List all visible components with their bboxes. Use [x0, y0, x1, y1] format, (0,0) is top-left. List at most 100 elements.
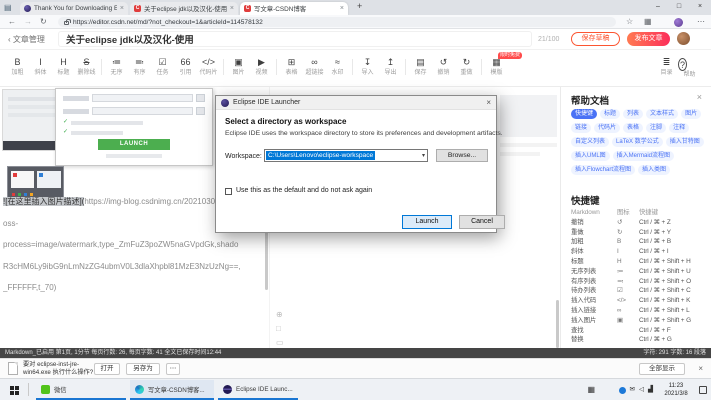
tray-icon[interactable]: ▟	[648, 386, 653, 394]
toolbar-button[interactable]: ≈ 水印	[326, 56, 349, 77]
refresh-icon[interactable]: ↻	[40, 15, 47, 28]
tab-close-icon[interactable]: ×	[340, 5, 344, 12]
publish-button[interactable]: 发布文章	[627, 32, 670, 46]
default-workspace-checkbox[interactable]	[225, 188, 232, 195]
help-tag[interactable]: 插入UML图	[571, 151, 610, 161]
toolbar-button[interactable]: ∞ 超链接	[303, 56, 326, 77]
tab-actions-menu-icon[interactable]: ▤	[4, 3, 12, 12]
browse-button[interactable]: Browse...	[436, 149, 488, 162]
help-tag[interactable]: 列表	[623, 109, 643, 119]
workspace-combobox[interactable]: C:\Users\Lenovo\eclipse-workspace ▾	[264, 149, 428, 162]
toolbar-button[interactable]: ☑ 任务	[151, 56, 174, 77]
toolbar-button[interactable]: </> 代码片	[197, 56, 220, 77]
help-tag[interactable]: 插入Flowchart流程图	[571, 165, 635, 175]
user-avatar[interactable]	[677, 32, 690, 45]
toolbar-button[interactable]: I 斜体	[29, 56, 52, 77]
help-tag[interactable]: 插入类图	[638, 165, 670, 175]
toolbar-button[interactable]: ⊞ 表格	[280, 56, 303, 77]
download-bar-close-icon[interactable]: ×	[698, 364, 703, 373]
toolbar-button[interactable]: 66 引用	[174, 56, 197, 77]
preview-tool-icon[interactable]: ⊕	[276, 310, 284, 319]
tab-close-icon[interactable]: ×	[120, 5, 124, 12]
toolbar-button[interactable]: ↺ 撤销	[432, 56, 455, 77]
toolbar-button[interactable]	[481, 59, 482, 75]
toolbar-button[interactable]: ▶ 视频	[250, 56, 273, 77]
chevron-down-icon[interactable]: ▾	[422, 152, 425, 159]
toolbar-button[interactable]: ▦ 模版 限时免费	[485, 56, 508, 77]
save-draft-button[interactable]: 保存草稿	[571, 32, 620, 46]
dialog-close-icon[interactable]: ×	[486, 98, 491, 107]
taskbar-item[interactable]: 微信	[36, 380, 126, 400]
article-manage-link[interactable]: ‹ 文章管理	[8, 34, 45, 45]
toolbar-button[interactable]: H 标题	[52, 56, 75, 77]
toolbar-button[interactable]: ↻ 重做	[455, 56, 478, 77]
start-button-icon[interactable]	[10, 386, 14, 390]
help-tag[interactable]: 文本样式	[646, 109, 678, 119]
article-title-input[interactable]: 关于eclipse jdk以及汉化-使用	[58, 31, 532, 47]
toolbar-button[interactable]	[223, 59, 224, 75]
tab-close-icon[interactable]: ×	[230, 5, 234, 12]
help-tag[interactable]: 注脚	[646, 123, 666, 133]
toolbar-right-button[interactable]: ? 帮助	[678, 56, 701, 79]
browser-menu-icon[interactable]: ⋯	[697, 17, 704, 27]
dialog-title-bar[interactable]: Eclipse IDE Launcher ×	[216, 96, 496, 110]
preview-tool-icon[interactable]: □	[276, 324, 284, 333]
back-icon[interactable]: ←	[8, 15, 16, 28]
help-tag[interactable]: 代码片	[594, 123, 620, 133]
url-field[interactable]: https://editor.csdn.net/md/?not_checkout…	[58, 17, 616, 27]
toolbar-button[interactable]: B 加粗	[6, 56, 29, 77]
cancel-button[interactable]: Cancel	[459, 215, 505, 229]
touch-keyboard-icon[interactable]: ▦	[587, 385, 595, 395]
help-tag[interactable]: LaTeX 数学公式	[612, 137, 663, 147]
show-all-downloads-button[interactable]: 全部显示	[639, 363, 685, 375]
help-tag[interactable]: 插入Mermaid流程图	[613, 151, 674, 161]
toolbar-button[interactable]: ▣ 图片	[227, 56, 250, 77]
help-tag[interactable]: 表格	[623, 123, 643, 133]
help-tag[interactable]: 链接	[571, 123, 591, 133]
toolbar-button[interactable]: S 删除线	[75, 56, 98, 77]
collections-icon[interactable]: ▦	[644, 17, 652, 27]
window-maximize-button[interactable]: □	[670, 0, 688, 15]
help-tag[interactable]: 插入甘特图	[666, 137, 704, 147]
toolbar-button[interactable]: ↥ 导出	[379, 56, 402, 77]
download-open-button[interactable]: 打开	[94, 363, 120, 375]
toolbar-button[interactable]: ▤ 保存	[409, 56, 432, 77]
toolbar-button[interactable]	[101, 59, 102, 75]
browser-tab[interactable]: 关于eclipse jdk以及汉化-使用-CSDN ×	[130, 2, 238, 15]
preview-tool-icon[interactable]: ▭	[276, 338, 284, 347]
toolbar-button[interactable]	[276, 59, 277, 75]
download-saveas-button[interactable]: 另存为	[126, 363, 160, 375]
taskbar-item[interactable]: Eclipse IDE Launc...	[218, 380, 298, 400]
help-tag[interactable]: 自定义列表	[571, 137, 609, 147]
taskbar-item[interactable]: 写文章-CSDN博客...	[130, 380, 214, 400]
download-more-button[interactable]: ⋯	[166, 363, 180, 375]
toolbar-button[interactable]: ≔ 无序	[105, 56, 128, 77]
browser-tab[interactable]: 写文章-CSDN博客 ×	[240, 2, 348, 15]
taskbar-clock[interactable]: 11:23 2021/3/8	[657, 382, 695, 398]
toolbar-button[interactable]: ≕ 有序	[128, 56, 151, 77]
new-tab-button[interactable]: +	[357, 1, 362, 11]
window-close-button[interactable]: ×	[691, 0, 709, 15]
favorites-icon[interactable]: ☆	[626, 17, 633, 27]
tray-app-icon[interactable]	[619, 387, 626, 394]
toolbar-button[interactable]	[405, 59, 406, 75]
help-tag[interactable]: 快捷键	[571, 109, 597, 119]
editor-header: ‹ 文章管理 关于eclipse jdk以及汉化-使用 21/100 保存草稿 …	[0, 29, 711, 50]
help-tag[interactable]: 标题	[600, 109, 620, 119]
launch-button[interactable]: Launch	[402, 215, 452, 229]
toolbar-right-button[interactable]: ≣ 目录	[655, 56, 678, 79]
toolbar-button[interactable]: ↧ 导入	[356, 56, 379, 77]
forward-icon[interactable]: →	[24, 15, 32, 28]
toolbar-button[interactable]	[352, 59, 353, 75]
window-minimize-button[interactable]: –	[649, 0, 667, 15]
tray-icon[interactable]: ✉	[630, 386, 635, 394]
preview-scrollbar[interactable]	[556, 300, 559, 348]
source-scrollbar[interactable]	[265, 230, 268, 290]
tray-icon[interactable]: ◁	[639, 386, 644, 394]
action-center-icon[interactable]	[699, 386, 707, 394]
help-tag[interactable]: 注释	[669, 123, 689, 133]
help-close-icon[interactable]: ×	[697, 92, 702, 102]
help-tag[interactable]: 图片	[681, 109, 701, 119]
browser-tab[interactable]: Thank You for Downloading Ecli ×	[20, 2, 128, 15]
browser-profile-avatar[interactable]	[674, 18, 683, 27]
